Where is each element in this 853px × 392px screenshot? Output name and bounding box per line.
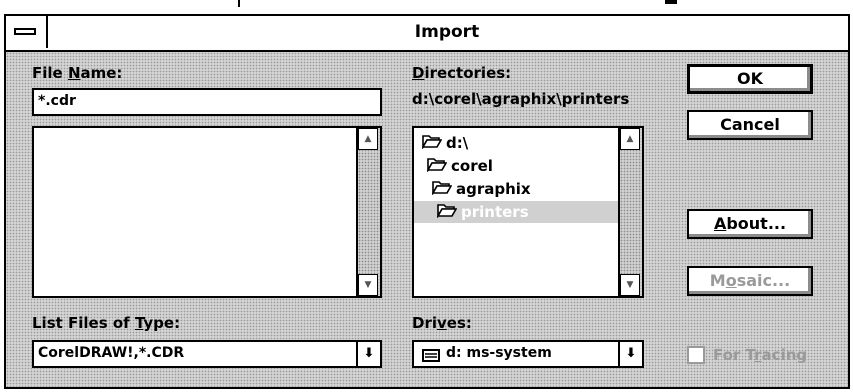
for-tracing-label: For Tracing [713, 346, 808, 364]
file-name-label: File Name: [32, 64, 123, 82]
directory-item[interactable]: d:\ [414, 132, 620, 154]
directory-item-label: d:\ [446, 134, 469, 152]
drives-select[interactable]: d: ms-system ⬇ [412, 340, 644, 368]
scroll-up-arrow-icon[interactable]: ▲ [358, 128, 378, 150]
title-bar[interactable]: Import [6, 16, 848, 52]
directory-items: d:\ corel agraphix printers [414, 128, 620, 296]
background-strip [0, 0, 853, 14]
file-type-select[interactable]: CorelDRAW!,*.CDR ⬇ [32, 340, 382, 368]
background-mark [238, 0, 240, 7]
dropdown-arrow-icon[interactable]: ⬇ [356, 342, 380, 366]
directory-list[interactable]: d:\ corel agraphix printers ▲ ▼ [412, 126, 644, 298]
directories-label: Directories: [412, 64, 512, 82]
file-name-input[interactable]: *.cdr [32, 88, 382, 116]
cancel-button[interactable]: Cancel [687, 110, 813, 140]
open-folder-icon [436, 202, 458, 224]
directory-list-scrollbar[interactable]: ▲ ▼ [618, 128, 642, 296]
file-type-label: List Files of Type: [32, 314, 181, 332]
file-type-value: CorelDRAW!,*.CDR [38, 345, 185, 361]
dialog-title: Import [414, 22, 480, 42]
drives-label: Drives: [412, 314, 472, 332]
scroll-down-arrow-icon[interactable]: ▼ [620, 274, 640, 296]
directory-item[interactable]: printers [414, 201, 620, 223]
ok-button[interactable]: OK [687, 64, 813, 94]
file-list-scrollbar[interactable]: ▲ ▼ [356, 128, 380, 296]
system-menu-icon[interactable] [6, 16, 48, 48]
about-button[interactable]: About... [687, 209, 813, 239]
directory-item[interactable]: agraphix [414, 178, 620, 200]
directory-item-label: corel [451, 157, 493, 175]
dropdown-arrow-icon[interactable]: ⬇ [618, 342, 642, 366]
directory-item[interactable]: corel [414, 155, 620, 177]
mosaic-button[interactable]: Mosaic... [687, 266, 813, 296]
open-folder-icon [431, 179, 453, 201]
open-folder-icon [421, 133, 443, 155]
file-list[interactable]: ▲ ▼ [32, 126, 382, 298]
background-mark [665, 0, 677, 4]
scroll-down-arrow-icon[interactable]: ▼ [358, 274, 378, 296]
open-folder-icon [426, 156, 448, 178]
for-tracing-checkbox[interactable] [687, 346, 705, 364]
current-path: d:\corel\agraphix\printers [412, 90, 630, 108]
directory-item-label: agraphix [456, 180, 531, 198]
file-name-value: *.cdr [38, 93, 76, 109]
drive-icon [422, 348, 440, 366]
scroll-up-arrow-icon[interactable]: ▲ [620, 128, 640, 150]
drives-value: d: ms-system [446, 345, 552, 361]
directory-item-label: printers [461, 203, 529, 221]
import-dialog: Import File Name: *.cdr ▲ ▼ Directories:… [4, 14, 850, 389]
